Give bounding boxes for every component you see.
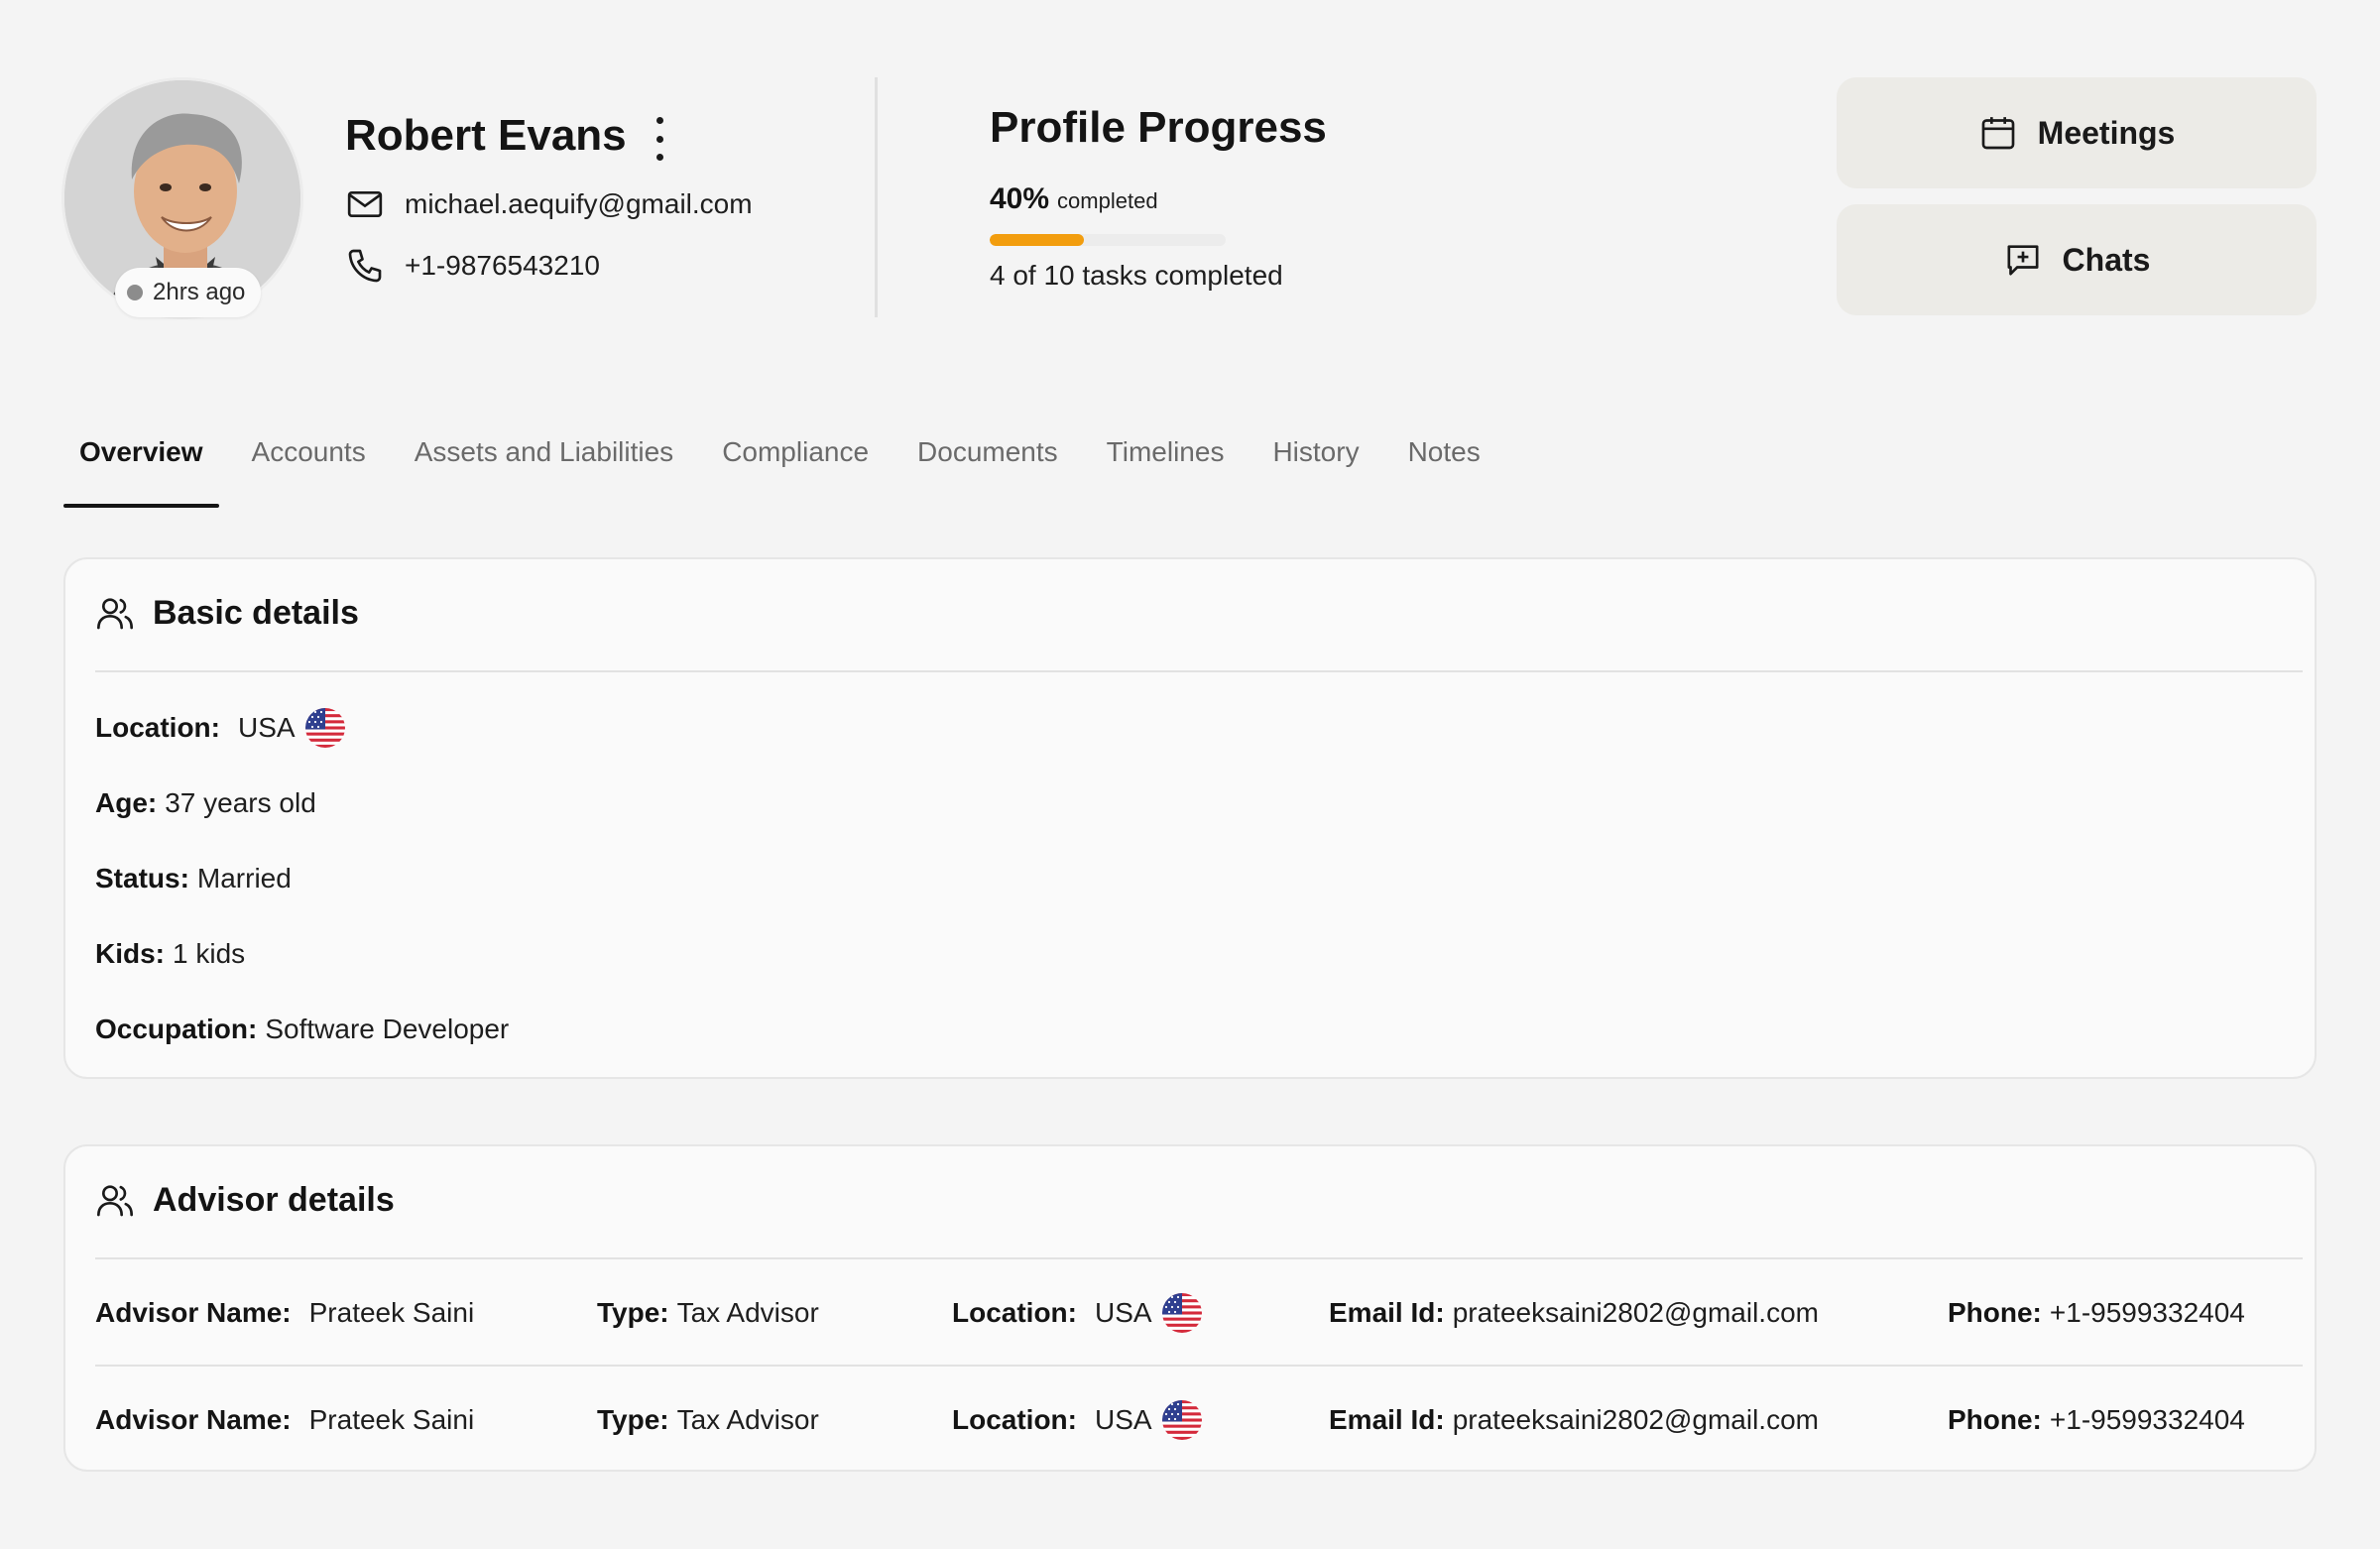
location-value: USA [238, 712, 296, 743]
advisor-row: Advisor Name: Prateek Saini Type: Tax Ad… [95, 1283, 2303, 1343]
advisor-email-label: Email Id: [1329, 1297, 1445, 1328]
advisor-details-card: Advisor details Advisor Name: Prateek Sa… [63, 1144, 2317, 1472]
tab-history[interactable]: History [1256, 417, 1374, 508]
detail-age: Age: 37 years old [95, 779, 316, 827]
age-label: Age: [95, 787, 158, 818]
tab-timelines[interactable]: Timelines [1091, 417, 1241, 508]
advisor-email-cell: Email Id: prateeksaini2802@gmail.com [1329, 1390, 1819, 1450]
progress-percent-row: 40% completed [990, 182, 1158, 216]
advisor-phone-cell: Phone: +1-9599332404 [1948, 1390, 2245, 1450]
meetings-button[interactable]: Meetings [1837, 77, 2317, 188]
users-icon [97, 1185, 134, 1217]
advisor-location-label: Location: [952, 1404, 1077, 1435]
advisor-phone-cell: Phone: +1-9599332404 [1948, 1283, 2245, 1343]
kebab-menu-icon[interactable] [649, 117, 670, 161]
detail-location: Location: USA [95, 704, 345, 752]
advisor-location: USA [1095, 1404, 1152, 1435]
user-email[interactable]: michael.aequify@gmail.com [405, 188, 753, 220]
chats-label: Chats [2062, 241, 2151, 278]
header-divider [875, 77, 878, 317]
advisor-details-title: Advisor details [153, 1180, 395, 1219]
tab-notes[interactable]: Notes [1392, 417, 1496, 508]
tab-overview[interactable]: Overview [63, 417, 219, 508]
progress-tasks-text: 4 of 10 tasks completed [990, 260, 1283, 291]
phone-icon [348, 249, 382, 283]
card-divider [95, 1257, 2303, 1259]
user-name: Robert Evans [345, 111, 627, 160]
card-divider [95, 670, 2303, 672]
advisor-location-label: Location: [952, 1297, 1077, 1328]
detail-occupation: Occupation: Software Developer [95, 1006, 509, 1053]
last-seen-text: 2hrs ago [153, 279, 246, 305]
tab-documents[interactable]: Documents [901, 417, 1074, 508]
age-value: 37 years old [165, 787, 316, 818]
last-seen-badge: 2hrs ago [115, 268, 262, 317]
progress-title: Profile Progress [990, 103, 1327, 152]
advisor-location-cell: Location: USA [952, 1283, 1202, 1343]
advisor-name-label: Advisor Name: [95, 1404, 292, 1435]
advisor-email-label: Email Id: [1329, 1404, 1445, 1435]
advisor-location: USA [1095, 1297, 1152, 1328]
advisor-name: Prateek Saini [308, 1297, 475, 1328]
advisor-phone[interactable]: +1-9599332404 [2050, 1297, 2245, 1329]
occupation-label: Occupation: [95, 1013, 258, 1044]
advisor-type-label: Type: [597, 1297, 669, 1328]
tab-assets-and-liabilities[interactable]: Assets and Liabilities [399, 417, 689, 508]
advisor-type: Tax Advisor [676, 1404, 819, 1435]
advisor-type-label: Type: [597, 1404, 669, 1435]
user-phone[interactable]: +1-9876543210 [405, 250, 600, 282]
chats-button[interactable]: Chats [1837, 204, 2317, 315]
advisor-name-cell: Advisor Name: Prateek Saini [95, 1390, 474, 1450]
us-flag-icon [304, 708, 345, 748]
location-label: Location: [95, 712, 220, 743]
phone-row: +1-9876543210 [345, 246, 600, 286]
advisor-details-header: Advisor details [95, 1180, 395, 1220]
advisor-type-cell: Type: Tax Advisor [597, 1390, 819, 1450]
detail-status: Status: Married [95, 855, 292, 902]
progress-bar [990, 234, 1226, 246]
calendar-icon [1981, 117, 2014, 150]
kids-label: Kids: [95, 938, 165, 969]
advisor-phone[interactable]: +1-9599332404 [2050, 1404, 2245, 1436]
basic-details-card: Basic details Location: USA Age: 37 year… [63, 557, 2317, 1079]
basic-details-header: Basic details [95, 593, 359, 633]
row-divider [95, 1365, 2303, 1367]
users-icon [97, 598, 134, 630]
advisor-phone-label: Phone: [1948, 1297, 2042, 1328]
mail-icon [347, 191, 383, 217]
occupation-value: Software Developer [265, 1013, 510, 1044]
tab-compliance[interactable]: Compliance [706, 417, 885, 508]
status-label: Status: [95, 863, 189, 894]
profile-tabs: Overview Accounts Assets and Liabilities… [63, 417, 1513, 508]
tab-accounts[interactable]: Accounts [236, 417, 382, 508]
advisor-row: Advisor Name: Prateek Saini Type: Tax Ad… [95, 1390, 2303, 1450]
status-dot-icon [127, 285, 143, 300]
advisor-email[interactable]: prateeksaini2802@gmail.com [1453, 1297, 1819, 1329]
advisor-name-cell: Advisor Name: Prateek Saini [95, 1283, 474, 1343]
detail-kids: Kids: 1 kids [95, 930, 245, 978]
us-flag-icon [1161, 1400, 1202, 1440]
advisor-location-cell: Location: USA [952, 1390, 1202, 1450]
advisor-name-label: Advisor Name: [95, 1297, 292, 1328]
progress-percent: 40% [990, 182, 1050, 215]
status-value: Married [196, 863, 292, 894]
advisor-email[interactable]: prateeksaini2802@gmail.com [1453, 1404, 1819, 1436]
advisor-type: Tax Advisor [676, 1297, 819, 1328]
progress-percent-label: completed [1057, 188, 1158, 213]
advisor-phone-label: Phone: [1948, 1404, 2042, 1435]
meetings-label: Meetings [2037, 114, 2176, 151]
advisor-type-cell: Type: Tax Advisor [597, 1283, 819, 1343]
basic-details-title: Basic details [153, 593, 359, 632]
kids-value: 1 kids [173, 938, 246, 969]
advisor-email-cell: Email Id: prateeksaini2802@gmail.com [1329, 1283, 1819, 1343]
chat-plus-icon [2007, 245, 2039, 276]
us-flag-icon [1161, 1293, 1202, 1333]
advisor-name: Prateek Saini [308, 1404, 475, 1435]
email-row: michael.aequify@gmail.com [345, 184, 753, 224]
progress-bar-fill [990, 234, 1085, 246]
